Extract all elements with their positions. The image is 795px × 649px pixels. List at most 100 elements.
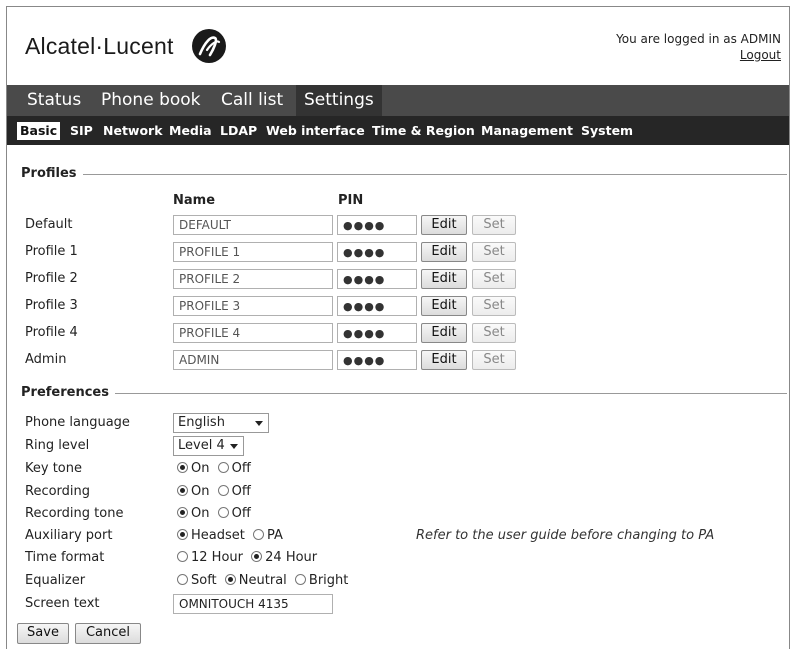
subtab-web-interface[interactable]: Web interface xyxy=(263,122,368,140)
radio-unselected-icon xyxy=(177,551,188,562)
subtab-time-region[interactable]: Time & Region xyxy=(369,122,478,140)
profile-set-button[interactable]: Set xyxy=(472,215,516,235)
profile-set-button[interactable]: Set xyxy=(472,323,516,343)
profile-set-button[interactable]: Set xyxy=(472,242,516,262)
radio-selected-icon xyxy=(224,574,236,585)
recording-off-radio[interactable]: Off xyxy=(217,484,251,499)
page-frame: Alcatel·Lucent You are logged in as ADMI… xyxy=(6,6,790,649)
brand-logo-icon xyxy=(192,29,226,63)
time-format-12-hour-radio[interactable]: 12 Hour xyxy=(177,550,243,565)
tab-settings[interactable]: Settings xyxy=(296,85,382,116)
logout-link[interactable]: Logout xyxy=(740,48,781,62)
recording-on-radio[interactable]: On xyxy=(177,484,209,499)
profiles-name-header: Name xyxy=(173,193,216,208)
tab-call-list[interactable]: Call list xyxy=(213,85,291,116)
profile-edit-button[interactable]: Edit xyxy=(421,296,467,316)
radio-label: Off xyxy=(231,506,251,521)
phone-language-select[interactable]: English xyxy=(173,413,269,433)
profile-name-input[interactable]: PROFILE 4 xyxy=(173,323,333,343)
screen-text-input[interactable]: OMNITOUCH 4135 xyxy=(173,594,333,614)
save-button[interactable]: Save xyxy=(17,623,69,644)
screen-text-label: Screen text xyxy=(25,596,100,611)
profile-edit-button[interactable]: Edit xyxy=(421,242,467,262)
recording-tone-on-radio[interactable]: On xyxy=(177,506,209,521)
preferences-divider xyxy=(21,393,787,394)
radio-label: On xyxy=(191,506,210,521)
profile-edit-button[interactable]: Edit xyxy=(421,269,467,289)
equalizer-bright-radio[interactable]: Bright xyxy=(294,573,349,588)
time-format-24-hour-radio[interactable]: 24 Hour xyxy=(251,550,317,565)
radio-label: 24 Hour xyxy=(265,550,318,565)
radio-selected-icon xyxy=(177,462,188,473)
profile-edit-button[interactable]: Edit xyxy=(421,350,467,370)
profile-pin-input[interactable]: ●●●● xyxy=(337,215,417,235)
radio-selected-icon xyxy=(177,485,188,496)
tab-status[interactable]: Status xyxy=(19,85,89,116)
phone-language-value: English xyxy=(178,415,225,430)
recording-tone-off-radio[interactable]: Off xyxy=(217,506,251,521)
key-tone-label: Key tone xyxy=(25,461,82,476)
radio-label: PA xyxy=(267,528,283,543)
cancel-button[interactable]: Cancel xyxy=(75,623,141,644)
profiles-section-title: Profiles xyxy=(21,166,83,181)
equalizer-radio-group: Soft Neutral Bright xyxy=(177,573,352,588)
radio-label: On xyxy=(191,461,210,476)
ring-level-label: Ring level xyxy=(25,438,90,453)
radio-label: Bright xyxy=(308,573,349,588)
recording-tone-radio-group: On Off xyxy=(177,506,255,521)
auxiliary-port-radio-group: Headset PA xyxy=(177,528,287,543)
radio-selected-icon xyxy=(177,529,188,540)
profile-edit-button[interactable]: Edit xyxy=(421,323,467,343)
recording-radio-group: On Off xyxy=(177,484,255,499)
subtab-sip[interactable]: SIP xyxy=(67,122,96,140)
radio-unselected-icon xyxy=(294,574,306,585)
subtab-system[interactable]: System xyxy=(578,122,636,140)
profile-name-input[interactable]: PROFILE 2 xyxy=(173,269,333,289)
subtab-basic[interactable]: Basic xyxy=(17,122,61,140)
profile-row-label: Profile 4 xyxy=(25,325,78,340)
profile-name-input[interactable]: PROFILE 3 xyxy=(173,296,333,316)
profile-pin-input[interactable]: ●●●● xyxy=(337,323,417,343)
recording-tone-label: Recording tone xyxy=(25,506,124,521)
subtab-media[interactable]: Media xyxy=(166,122,215,140)
profile-pin-input[interactable]: ●●●● xyxy=(337,269,417,289)
key-tone-off-radio[interactable]: Off xyxy=(217,461,251,476)
login-info: You are logged in as ADMIN Logout xyxy=(616,31,781,63)
subtab-network[interactable]: Network xyxy=(100,122,166,140)
radio-label: Neutral xyxy=(238,573,287,588)
auxiliary-port-label: Auxiliary port xyxy=(25,528,113,543)
preferences-section-title: Preferences xyxy=(21,385,115,400)
auxiliary-port-headset-radio[interactable]: Headset xyxy=(177,528,245,543)
profile-name-input[interactable]: PROFILE 1 xyxy=(173,242,333,262)
profile-name-input[interactable]: ADMIN xyxy=(173,350,333,370)
radio-unselected-icon xyxy=(217,462,229,473)
time-format-radio-group: 12 Hour 24 Hour xyxy=(177,550,321,565)
equalizer-neutral-radio[interactable]: Neutral xyxy=(224,573,287,588)
time-format-label: Time format xyxy=(25,550,105,565)
profile-name-input[interactable]: DEFAULT xyxy=(173,215,333,235)
profile-pin-input[interactable]: ●●●● xyxy=(337,242,417,262)
tab-phone-book[interactable]: Phone book xyxy=(93,85,209,116)
subtab-management[interactable]: Management xyxy=(478,122,576,140)
auxiliary-port-pa-radio[interactable]: PA xyxy=(253,528,283,543)
profile-set-button[interactable]: Set xyxy=(472,296,516,316)
radio-label: On xyxy=(191,484,210,499)
ring-level-value: Level 4 xyxy=(178,438,225,453)
equalizer-soft-radio[interactable]: Soft xyxy=(177,573,217,588)
subtab-ldap[interactable]: LDAP xyxy=(217,122,260,140)
key-tone-on-radio[interactable]: On xyxy=(177,461,209,476)
profile-pin-input[interactable]: ●●●● xyxy=(337,350,417,370)
radio-unselected-icon xyxy=(217,507,229,518)
logged-in-text: You are logged in as ADMIN xyxy=(616,32,781,46)
profile-row-label: Default xyxy=(25,217,73,232)
profile-pin-input[interactable]: ●●●● xyxy=(337,296,417,316)
profile-set-button[interactable]: Set xyxy=(472,350,516,370)
auxiliary-port-note: Refer to the user guide before changing … xyxy=(416,528,715,543)
profile-row-label: Profile 1 xyxy=(25,244,78,259)
profile-edit-button[interactable]: Edit xyxy=(421,215,467,235)
profile-set-button[interactable]: Set xyxy=(472,269,516,289)
main-nav: Status Phone book Call list Settings xyxy=(7,85,789,116)
radio-unselected-icon xyxy=(253,529,265,540)
ring-level-select[interactable]: Level 4 xyxy=(173,436,244,456)
radio-selected-icon xyxy=(177,507,188,518)
